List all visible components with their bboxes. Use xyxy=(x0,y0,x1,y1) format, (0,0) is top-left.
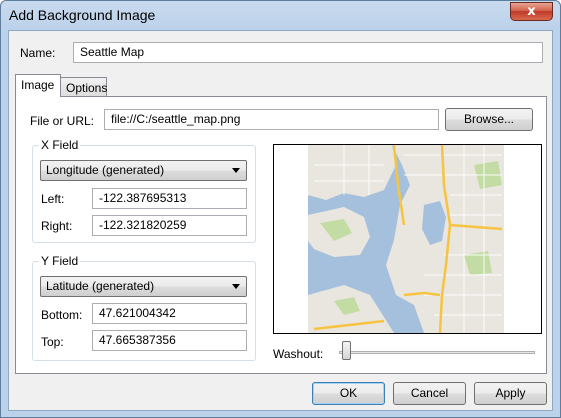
washout-label: Washout: xyxy=(273,347,324,361)
ok-button[interactable]: OK xyxy=(312,382,385,405)
file-label: File or URL: xyxy=(30,114,95,128)
dialog-window: Add Background Image x Name: Seattle Map… xyxy=(0,0,561,418)
dialog-client-area: Name: Seattle Map Image Options File or … xyxy=(8,30,553,411)
left-label: Left: xyxy=(41,192,65,206)
name-label: Name: xyxy=(20,46,56,60)
seattle-map-image xyxy=(274,145,541,333)
washout-slider-thumb[interactable] xyxy=(342,341,351,360)
y-field-title: Y Field xyxy=(39,254,81,268)
right-label: Right: xyxy=(41,219,73,233)
y-field-group: Y Field Latitude (generated) Bottom: 47.… xyxy=(32,254,256,361)
close-icon: x xyxy=(527,4,536,19)
washout-slider-track[interactable] xyxy=(339,351,535,354)
cancel-button[interactable]: Cancel xyxy=(393,382,466,405)
apply-button[interactable]: Apply xyxy=(474,382,547,405)
top-input[interactable]: 47.665387356 xyxy=(92,330,247,351)
bottom-label: Bottom: xyxy=(41,308,83,322)
x-field-title: X Field xyxy=(39,138,81,152)
chevron-down-icon xyxy=(232,284,240,289)
close-button[interactable]: x xyxy=(510,2,553,21)
chevron-down-icon xyxy=(232,168,240,173)
x-field-selected-value: Longitude (generated) xyxy=(46,163,165,177)
top-label: Top: xyxy=(41,335,64,349)
y-field-selected-value: Latitude (generated) xyxy=(46,279,155,293)
left-input[interactable]: -122.387695313 xyxy=(92,188,247,209)
name-input[interactable]: Seattle Map xyxy=(73,42,543,63)
image-tab-panel: File or URL: file://C:/seattle_map.png B… xyxy=(15,96,547,374)
title-bar[interactable]: Add Background Image x xyxy=(1,1,560,31)
browse-button[interactable]: Browse... xyxy=(445,108,533,131)
x-field-group: X Field Longitude (generated) Left: -122… xyxy=(32,138,256,243)
y-field-select[interactable]: Latitude (generated) xyxy=(40,276,247,297)
window-title: Add Background Image xyxy=(9,7,156,23)
tab-options[interactable]: Options xyxy=(60,77,107,97)
background-image-preview xyxy=(273,144,542,334)
file-url-input[interactable]: file://C:/seattle_map.png xyxy=(104,109,439,130)
x-field-select[interactable]: Longitude (generated) xyxy=(40,160,247,181)
bottom-input[interactable]: 47.621004342 xyxy=(92,303,247,324)
right-input[interactable]: -122.321820259 xyxy=(92,215,247,236)
tab-image[interactable]: Image xyxy=(15,74,61,97)
